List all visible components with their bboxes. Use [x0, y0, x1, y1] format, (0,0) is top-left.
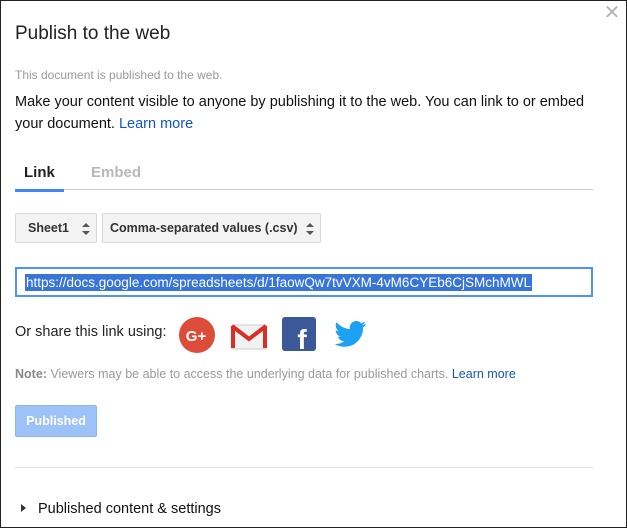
- learn-more-link[interactable]: Learn more: [119, 116, 193, 132]
- publish-dialog: ✕ Publish to the web This document is pu…: [0, 0, 627, 528]
- note-learn-more-link[interactable]: Learn more: [452, 367, 516, 381]
- published-url-field[interactable]: https://docs.google.com/spreadsheets/d/1…: [15, 267, 593, 297]
- settings-label: Published content & settings: [38, 501, 221, 517]
- sheet-select-value: Sheet1: [28, 221, 69, 235]
- sheet-select[interactable]: Sheet1: [15, 213, 97, 243]
- format-select-value: Comma-separated values (.csv): [110, 221, 298, 235]
- select-arrows-icon: [306, 223, 314, 235]
- published-button[interactable]: Published: [15, 405, 97, 437]
- published-settings-toggle[interactable]: Published content & settings: [21, 501, 221, 517]
- description-text: Make your content visible to anyone by p…: [15, 94, 585, 132]
- tab-bar: Link Embed: [15, 161, 593, 192]
- share-label: Or share this link using:: [15, 324, 167, 340]
- facebook-icon[interactable]: f: [282, 317, 316, 351]
- divider: [15, 467, 593, 468]
- note: Note: Viewers may be able to access the …: [15, 367, 516, 381]
- gmail-icon[interactable]: [230, 317, 268, 353]
- select-arrows-icon: [82, 223, 90, 235]
- note-text: Viewers may be able to access the underl…: [50, 367, 449, 381]
- published-url-text: https://docs.google.com/spreadsheets/d/1…: [25, 274, 532, 291]
- note-label: Note:: [15, 367, 47, 381]
- close-icon[interactable]: ✕: [603, 3, 621, 23]
- format-select[interactable]: Comma-separated values (.csv): [102, 213, 321, 243]
- publish-status: This document is published to the web.: [15, 68, 223, 82]
- svg-text:f: f: [297, 324, 307, 351]
- twitter-icon[interactable]: [332, 317, 368, 351]
- description: Make your content visible to anyone by p…: [15, 91, 605, 135]
- tab-link[interactable]: Link: [15, 164, 64, 192]
- expand-triangle-icon: [21, 504, 26, 512]
- tab-embed[interactable]: Embed: [82, 164, 150, 189]
- google-plus-icon[interactable]: G+: [179, 317, 215, 353]
- svg-text:G+: G+: [186, 328, 207, 345]
- dialog-title: Publish to the web: [15, 23, 171, 44]
